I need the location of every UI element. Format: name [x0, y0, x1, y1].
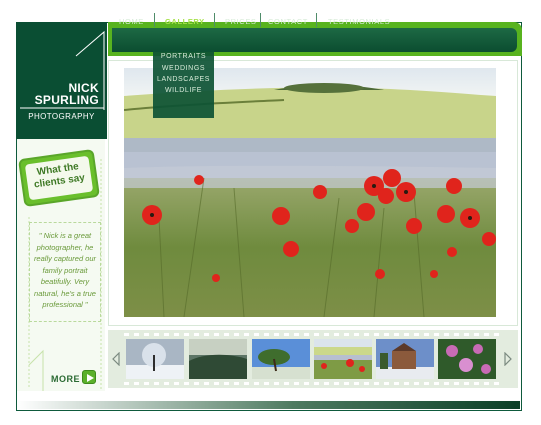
nav-separator [214, 13, 215, 27]
logo-tagline: PHOTOGRAPHY [28, 112, 95, 121]
thumb-flowers[interactable] [438, 339, 496, 379]
dropdown-portraits[interactable]: PORTRAITS [153, 53, 214, 60]
gallery-dropdown: PORTRAITS WEDDINGS LANDSCAPES WILDLIFE [153, 50, 214, 118]
more-button[interactable] [82, 370, 96, 384]
nav-contact[interactable]: CONTACT [268, 17, 308, 26]
thumb-poppy-field[interactable] [314, 339, 372, 379]
nav-separator [260, 13, 261, 27]
nav-prices[interactable]: PRICES [225, 17, 257, 26]
thumb-snowy-tree[interactable] [126, 339, 184, 379]
logo[interactable]: NICK SPURLING PHOTOGRAPHY [16, 22, 107, 139]
footer-gradient-bar [17, 401, 520, 409]
thumb-beach-tree[interactable] [252, 339, 310, 379]
nav-home[interactable]: HOME [119, 17, 144, 26]
dropdown-landscapes[interactable]: LANDSCAPES [153, 76, 214, 83]
filmstrip-next-icon[interactable] [503, 352, 513, 366]
more-label[interactable]: MORE [51, 374, 80, 384]
dropdown-wildlife[interactable]: WILDLIFE [153, 87, 214, 94]
filmstrip-prev-icon[interactable] [111, 352, 121, 366]
thumb-church[interactable] [376, 339, 434, 379]
nav-separator [316, 13, 317, 27]
logo-name-line2: SPURLING [34, 93, 99, 107]
logo-name: NICK SPURLING [35, 82, 99, 106]
nav-testimonials[interactable]: TESTIMONIALS [328, 17, 390, 26]
nav-bar [112, 28, 517, 52]
play-arrow-icon [87, 374, 94, 382]
dropdown-weddings[interactable]: WEDDINGS [153, 65, 214, 72]
nav-separator [154, 13, 155, 27]
thumb-misty-valley[interactable] [189, 339, 247, 379]
nav-gallery[interactable]: GALLERY [165, 17, 205, 26]
testimonial-quote: " Nick is a great photographer, he reall… [33, 231, 97, 309]
